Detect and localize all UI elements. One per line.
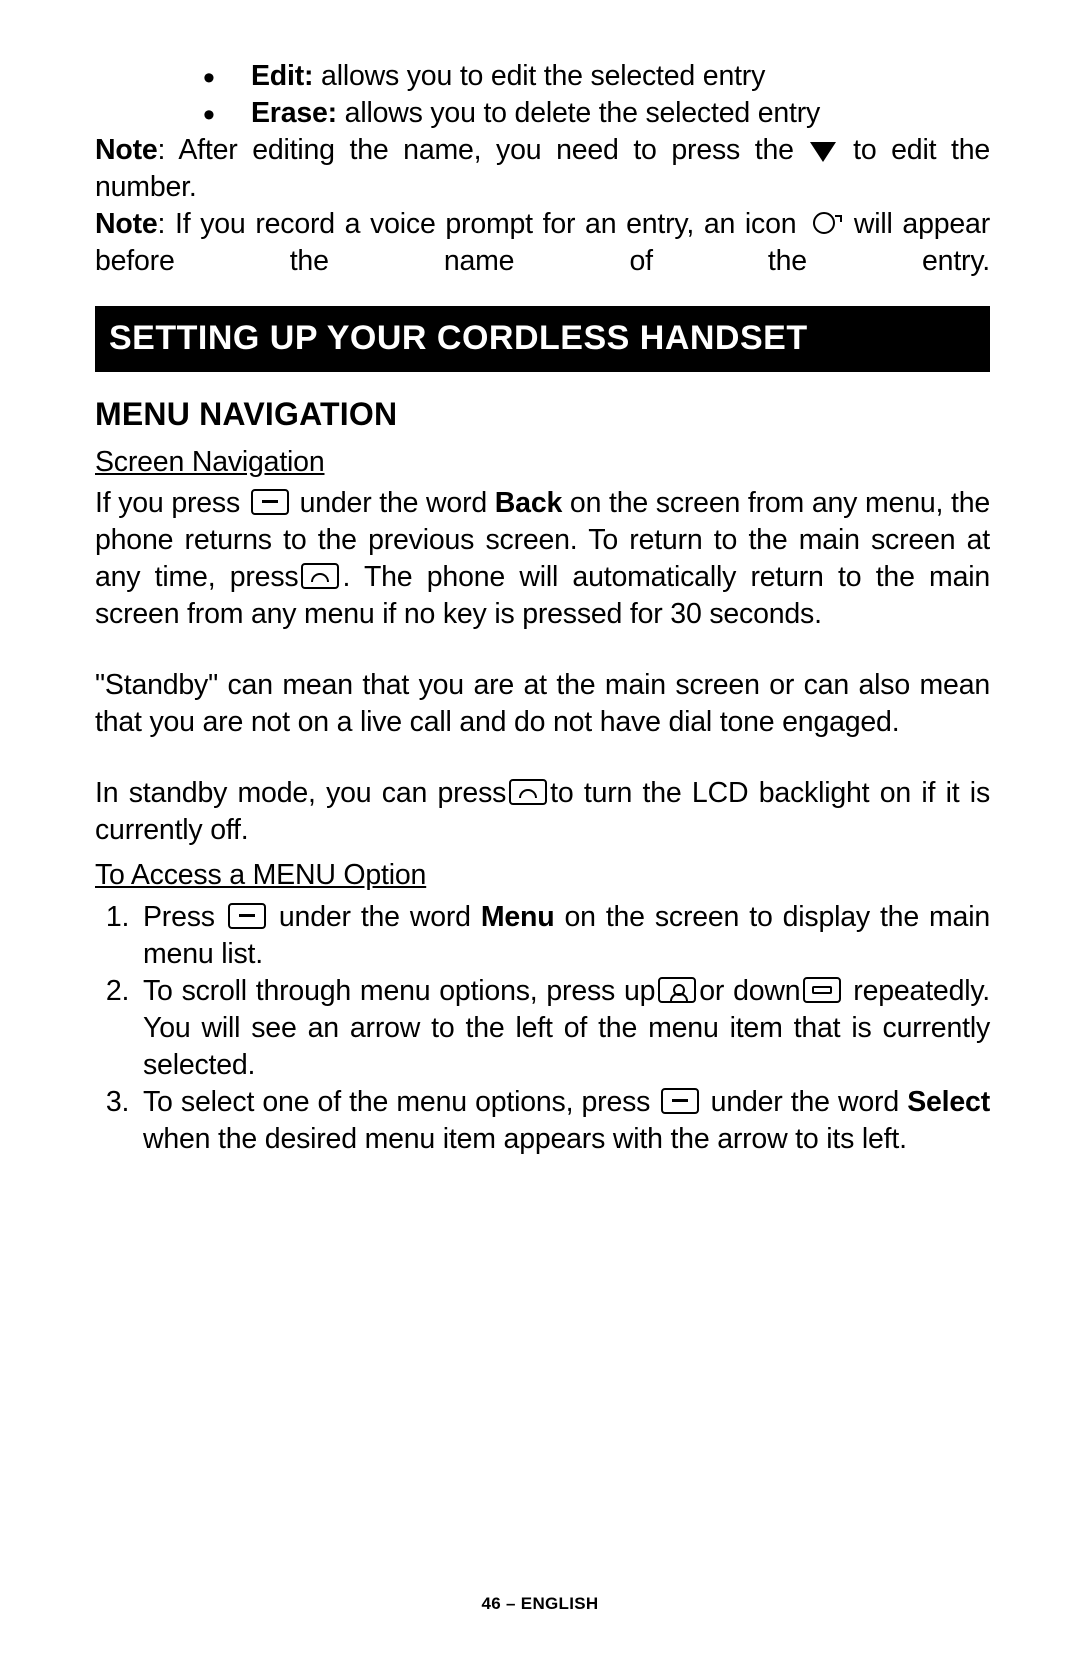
bullet-edit-desc: allows you to edit the selected entry — [313, 60, 765, 92]
step-3: To select one of the menu options, press… — [137, 1084, 990, 1158]
hangup-key-icon — [509, 779, 547, 805]
access-menu-subhead: To Access a MENU Option — [95, 857, 990, 894]
step-2: To scroll through menu options, press up… — [137, 973, 990, 1084]
bullet-erase-label: Erase: — [251, 97, 337, 129]
softkey-icon — [661, 1088, 699, 1114]
note-2: Note: If you record a voice prompt for a… — [95, 206, 990, 280]
s1-b: under the word — [269, 901, 481, 933]
p1-b: under the word — [292, 487, 495, 519]
screen-navigation-subhead: Screen Navigation — [95, 444, 990, 481]
note-1-text-a: : After editing the name, you need to pr… — [158, 134, 794, 166]
up-key-icon — [658, 977, 696, 1003]
s3-select: Select — [907, 1086, 990, 1118]
s1-menu: Menu — [481, 901, 555, 933]
s1-a: Press — [143, 901, 225, 933]
voice-prompt-icon — [810, 209, 840, 239]
s3-b: under the word — [702, 1086, 907, 1118]
softkey-icon — [228, 903, 266, 929]
bullet-erase: Erase: allows you to delete the selected… — [203, 95, 990, 132]
p1-back: Back — [495, 487, 562, 519]
note-2-label: Note — [95, 208, 158, 240]
paragraph-1: If you press under the word Back on the … — [95, 485, 990, 633]
bullet-edit: Edit: allows you to edit the selected en… — [203, 58, 990, 95]
s2-a: To scroll through menu options, press up — [143, 975, 655, 1007]
paragraph-2: "Standby" can mean that you are at the m… — [95, 667, 990, 741]
s3-c: when the desired menu item appears with … — [143, 1123, 907, 1155]
p3-a: In standby mode, you can press — [95, 777, 506, 809]
note-1: Note: After editing the name, you need t… — [95, 132, 990, 206]
steps-list: Press under the word Menu on the screen … — [95, 899, 990, 1158]
down-arrow-icon — [810, 142, 836, 162]
step-1: Press under the word Menu on the screen … — [137, 899, 990, 973]
s2-b: or down — [699, 975, 800, 1007]
s3-a: To select one of the menu options, press — [143, 1086, 658, 1118]
bullet-list: Edit: allows you to edit the selected en… — [95, 58, 990, 132]
p1-a: If you press — [95, 487, 248, 519]
paragraph-3: In standby mode, you can pressto turn th… — [95, 775, 990, 849]
bullet-edit-label: Edit: — [251, 60, 313, 92]
hangup-key-icon — [301, 563, 339, 589]
section-heading-bar: SETTING UP YOUR CORDLESS HANDSET — [95, 306, 990, 372]
menu-navigation-heading: MENU NAVIGATION — [95, 394, 990, 436]
page-footer: 46 – ENGLISH — [0, 1593, 1080, 1615]
down-key-icon — [803, 977, 841, 1003]
bullet-erase-desc: allows you to delete the selected entry — [337, 97, 820, 129]
softkey-icon — [251, 489, 289, 515]
note-1-label: Note — [95, 134, 158, 166]
note-2-text-a: : If you record a voice prompt for an en… — [158, 208, 807, 240]
